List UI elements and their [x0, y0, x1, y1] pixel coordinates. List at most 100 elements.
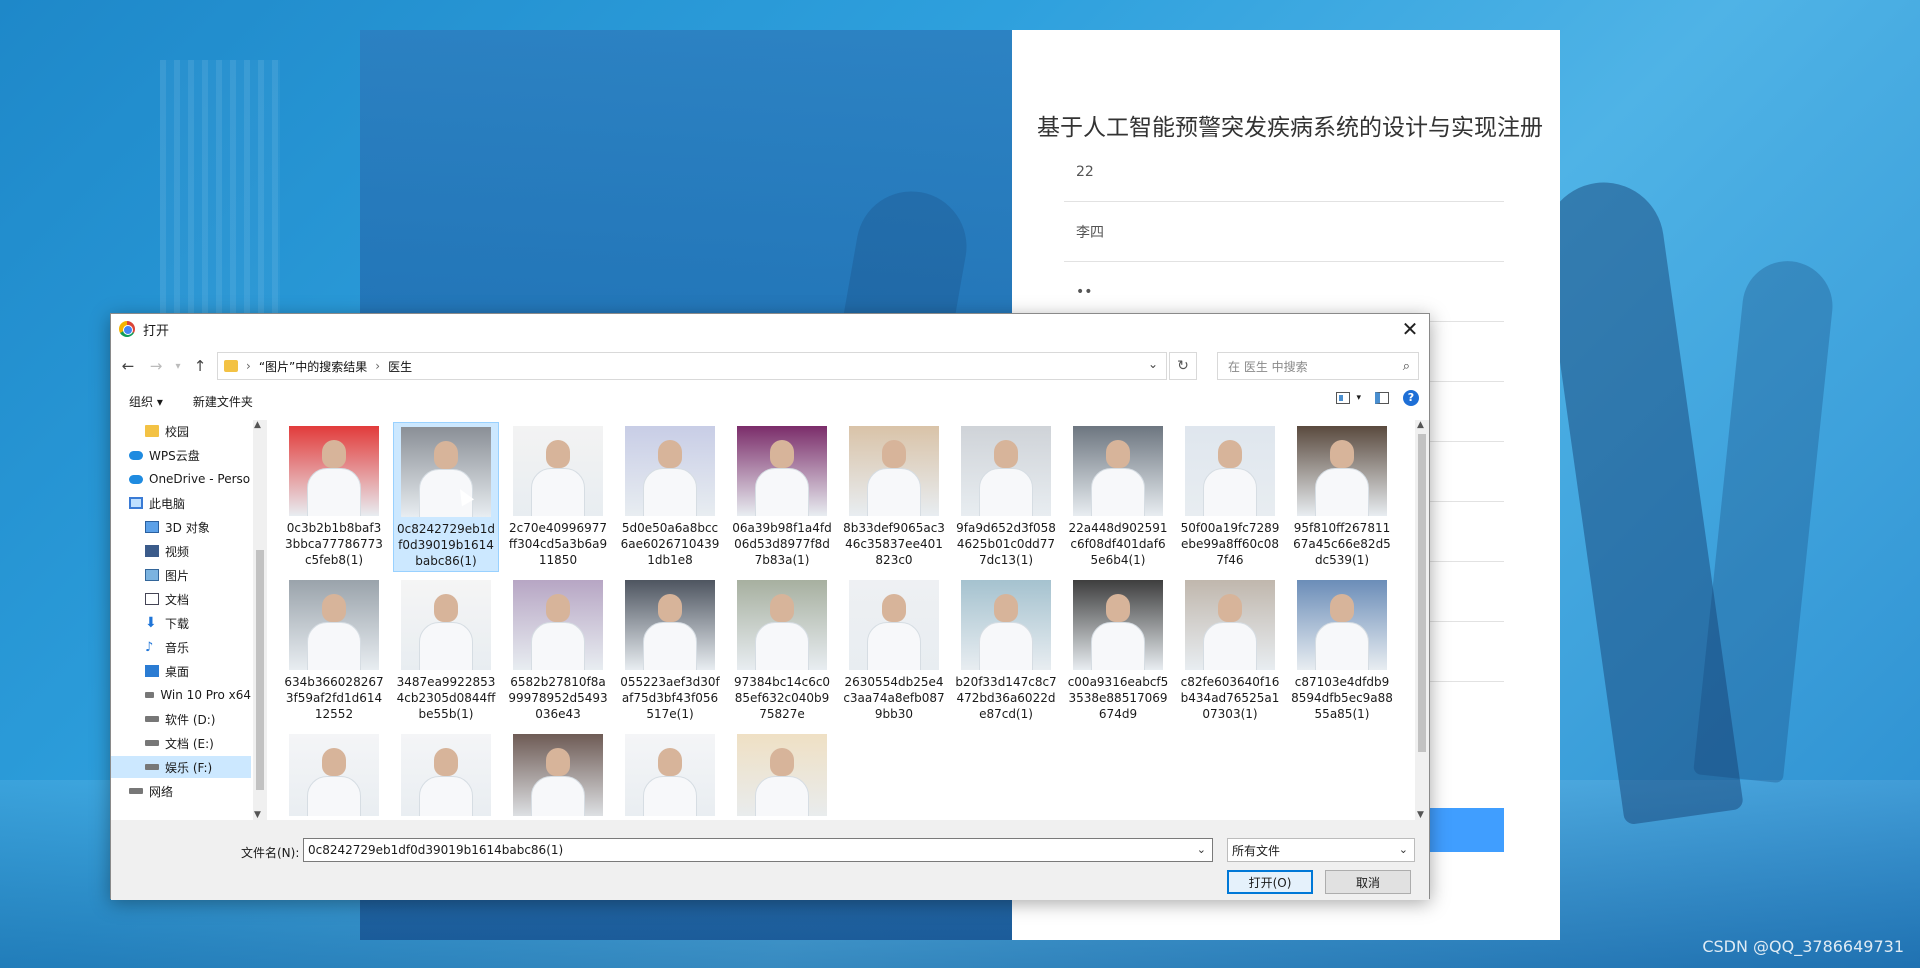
drive-icon	[145, 740, 159, 746]
forward-arrow-icon[interactable]: →	[145, 357, 167, 375]
sidebar-item[interactable]: Win 10 Pro x64	[111, 684, 251, 706]
image-thumbnail	[1073, 426, 1163, 516]
file-item[interactable]: 2c70e40996977ff304cd5a3b6a911850	[505, 422, 611, 572]
file-name: 95f810ff26781167a45c66e82d5dc539(1)	[1293, 521, 1391, 567]
sidebar-item[interactable]: 软件 (D:)	[111, 708, 251, 730]
chevron-down-icon[interactable]: ▾	[1356, 393, 1361, 403]
file-name: 0c8242729eb1df0d39019b1614babc86(1)	[397, 522, 495, 568]
computer-icon	[129, 497, 143, 509]
thumbnail-figure	[755, 776, 809, 816]
thumbnail-figure	[658, 594, 682, 622]
file-item[interactable]	[281, 730, 387, 816]
file-item[interactable]	[729, 730, 835, 816]
sidebar-scrollbar[interactable]: ▲ ▼	[253, 420, 267, 820]
file-grid-scrollbar[interactable]: ▲ ▼	[1415, 420, 1429, 820]
file-name: 2630554db25e4c3aa74a8efb0879bb30	[843, 675, 945, 721]
file-item[interactable]: 9fa9d652d3f0584625b01c0dd777dc13(1)	[953, 422, 1059, 572]
breadcrumb-search-results[interactable]: “图片”中的搜索结果	[259, 358, 367, 375]
navigation-pane: 校园 WPS云盘 OneDrive - Perso 此电脑 3D 对象 视频 图片 文档 ⬇ 下载…	[111, 420, 251, 820]
organize-menu[interactable]: 组织 ▾	[129, 393, 163, 410]
sidebar-item[interactable]: 此电脑	[111, 492, 251, 514]
sidebar-item[interactable]: 图片	[111, 564, 251, 586]
sidebar-item[interactable]: 娱乐 (F:)	[111, 756, 251, 778]
up-arrow-icon[interactable]: ↑	[189, 357, 211, 375]
filetype-select[interactable]: 所有文件 ⌄	[1227, 838, 1415, 862]
name-field[interactable]: 李四	[1064, 202, 1504, 262]
watermark: CSDN @QQ_3786649731	[1702, 937, 1904, 956]
file-item[interactable]: c00a9316eabcf53538e88517069674d9	[1065, 576, 1171, 726]
sidebar-item[interactable]: 3D 对象	[111, 516, 251, 538]
chevron-down-icon: ⌄	[1398, 843, 1408, 856]
sidebar-item-label: 此电脑	[149, 496, 186, 511]
thumbnail-figure	[994, 440, 1018, 468]
sidebar-item-label: 音乐	[165, 640, 190, 655]
music-icon: ♪	[145, 639, 154, 655]
file-item[interactable]: 634b3660282673f59af2fd1d61412552	[281, 576, 387, 726]
cancel-button[interactable]: 取消	[1325, 870, 1411, 894]
file-item[interactable]	[617, 730, 723, 816]
scroll-down-icon[interactable]: ▼	[254, 810, 261, 820]
file-item[interactable]: 0c3b2b1b8baf33bbca77786773c5feb8(1)	[281, 422, 387, 572]
file-name: 2c70e40996977ff304cd5a3b6a911850	[508, 521, 608, 567]
file-item[interactable]	[505, 730, 611, 816]
sidebar-item[interactable]: ⬇ 下载	[111, 612, 251, 634]
navigation-bar: ← → ▾ ↑ › “图片”中的搜索结果 › 医生 ⌄ ↻ 在 医生 中搜索 ⌕	[111, 350, 1429, 382]
new-folder-button[interactable]: 新建文件夹	[193, 393, 253, 410]
file-item[interactable]: 3487ea99228534cb2305d0844ffbe55b(1)	[393, 576, 499, 726]
sidebar-item[interactable]: 桌面	[111, 660, 251, 682]
sidebar-item[interactable]: WPS云盘	[111, 444, 251, 466]
file-name: 06a39b98f1a4fd06d53d8977f8d7b83a(1)	[732, 521, 832, 567]
scroll-thumb[interactable]	[256, 550, 264, 790]
image-thumbnail	[1073, 580, 1163, 670]
sidebar-item[interactable]: 校园	[111, 420, 251, 442]
search-input[interactable]: 在 医生 中搜索 ⌕	[1217, 352, 1419, 380]
scroll-up-icon[interactable]: ▲	[1417, 420, 1424, 430]
image-thumbnail	[289, 734, 379, 816]
sidebar-item[interactable]: 网络	[111, 780, 251, 802]
preview-pane-icon[interactable]	[1375, 392, 1389, 404]
file-item[interactable]: c82fe603640f16b434ad76525a107303(1)	[1177, 576, 1283, 726]
dialog-titlebar: 打开 ✕	[111, 314, 1429, 344]
thumbnail-figure	[1106, 440, 1130, 468]
thumbnail-figure	[546, 748, 570, 776]
sidebar-item[interactable]: ♪ 音乐	[111, 636, 251, 658]
file-item[interactable]: 5d0e50a6a8bcc6ae60267104391db1e8	[617, 422, 723, 572]
chevron-down-icon[interactable]: ⌄	[1197, 843, 1206, 856]
filename-input[interactable]: 0c8242729eb1df0d39019b1614babc86(1) ⌄	[303, 838, 1213, 862]
file-item[interactable]: 2630554db25e4c3aa74a8efb0879bb30	[841, 576, 947, 726]
file-item[interactable]: 8b33def9065ac346c35837ee401823c0	[841, 422, 947, 572]
image-thumbnail	[1297, 580, 1387, 670]
help-icon[interactable]: ?	[1403, 390, 1419, 406]
scroll-up-icon[interactable]: ▲	[254, 420, 261, 430]
file-item[interactable]	[393, 730, 499, 816]
scroll-thumb[interactable]	[1418, 434, 1426, 752]
file-item[interactable]: 6582b27810f8a99978952d5493036e43	[505, 576, 611, 726]
image-thumbnail	[849, 426, 939, 516]
view-mode-icon[interactable]	[1336, 392, 1351, 404]
recent-dropdown-icon[interactable]: ▾	[173, 361, 183, 372]
back-arrow-icon[interactable]: ←	[117, 357, 139, 375]
file-item[interactable]: 95f810ff26781167a45c66e82d5dc539(1)	[1289, 422, 1395, 572]
sidebar-item[interactable]: OneDrive - Perso	[111, 468, 251, 490]
file-item[interactable]: c87103e4dfdb98594dfb5ec9a8855a85(1)	[1289, 576, 1395, 726]
address-bar[interactable]: › “图片”中的搜索结果 › 医生 ⌄	[217, 352, 1167, 380]
file-item[interactable]: 0c8242729eb1df0d39019b1614babc86(1)	[393, 422, 499, 572]
file-item[interactable]: 22a448d902591c6f08df401daf65e6b4(1)	[1065, 422, 1171, 572]
breadcrumb-doctor[interactable]: 医生	[388, 358, 412, 375]
file-item[interactable]: 97384bc14c6c085ef632c040b975827e	[729, 576, 835, 726]
file-item[interactable]: 50f00a19fc7289ebe99a8ff60c087f46	[1177, 422, 1283, 572]
cloud-icon	[129, 450, 143, 460]
3d-objects-icon	[145, 521, 159, 533]
account-field[interactable]: 22	[1064, 142, 1504, 202]
chevron-down-icon[interactable]: ⌄	[1148, 357, 1158, 371]
open-button[interactable]: 打开(O)	[1227, 870, 1313, 894]
sidebar-item[interactable]: 文档 (E:)	[111, 732, 251, 754]
file-item[interactable]: 06a39b98f1a4fd06d53d8977f8d7b83a(1)	[729, 422, 835, 572]
scroll-down-icon[interactable]: ▼	[1417, 810, 1424, 820]
file-item[interactable]: 055223aef3d30faf75d3bf43f056517e(1)	[617, 576, 723, 726]
sidebar-item[interactable]: 视频	[111, 540, 251, 562]
refresh-button[interactable]: ↻	[1169, 352, 1197, 380]
file-item[interactable]: b20f33d147c8c7472bd36a6022de87cd(1)	[953, 576, 1059, 726]
sidebar-item[interactable]: 文档	[111, 588, 251, 610]
close-button[interactable]: ✕	[1397, 316, 1423, 342]
